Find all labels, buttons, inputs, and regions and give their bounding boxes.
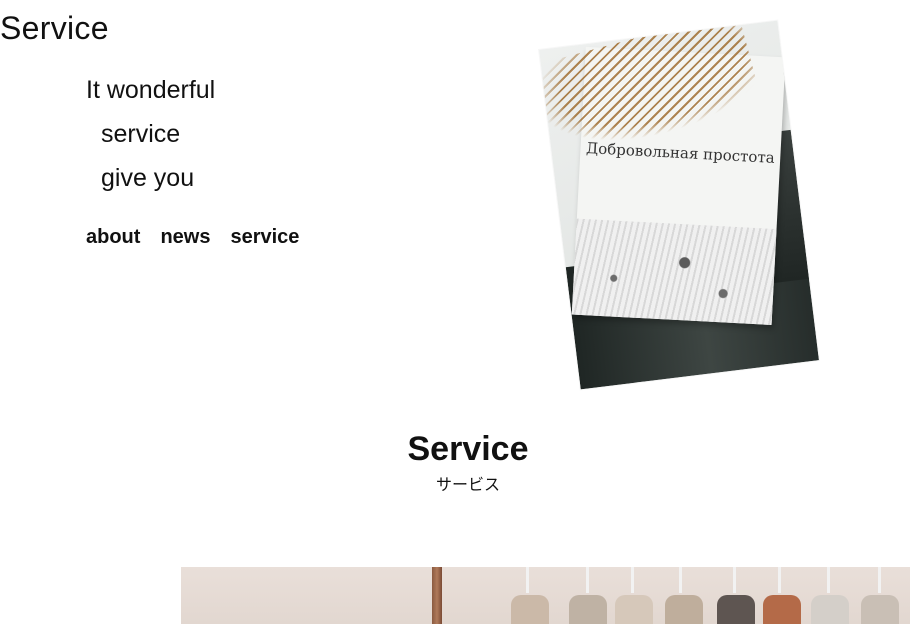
- clothing-rack-photo: [181, 567, 910, 624]
- page: Service It wonderful service give you ab…: [0, 0, 910, 624]
- garment: [511, 595, 549, 624]
- section-subtitle: サービス: [435, 477, 500, 494]
- garment: [717, 595, 755, 624]
- hanger: [586, 567, 589, 593]
- garment: [569, 595, 607, 624]
- garment: [811, 595, 849, 624]
- garment: [861, 595, 899, 624]
- hanger: [733, 567, 736, 593]
- tagline-line-1: It wonderful: [86, 76, 216, 104]
- garment: [615, 595, 653, 624]
- hanger: [631, 567, 634, 593]
- tagline: It wonderful service give you: [86, 68, 215, 200]
- hanger: [827, 567, 830, 593]
- garment: [665, 595, 703, 624]
- section-heading: Service サービス: [0, 428, 910, 498]
- book-illustration: [571, 218, 777, 325]
- garment: [763, 595, 801, 624]
- nav-link-service[interactable]: service: [230, 226, 299, 249]
- hanger: [679, 567, 682, 593]
- nav-link-news[interactable]: news: [160, 226, 210, 249]
- tagline-line-2: service: [101, 120, 181, 148]
- hanger: [526, 567, 529, 593]
- site-logo[interactable]: Service: [0, 8, 109, 48]
- hero-book-photo: Добровольная простота: [539, 20, 819, 390]
- nav-link-about[interactable]: about: [86, 226, 140, 249]
- section-title: Service: [407, 430, 529, 468]
- hanger: [878, 567, 881, 593]
- tagline-line-3: give you: [101, 164, 195, 192]
- hanger: [778, 567, 781, 593]
- main-nav: about news service: [86, 226, 299, 249]
- rack-pole: [432, 567, 442, 624]
